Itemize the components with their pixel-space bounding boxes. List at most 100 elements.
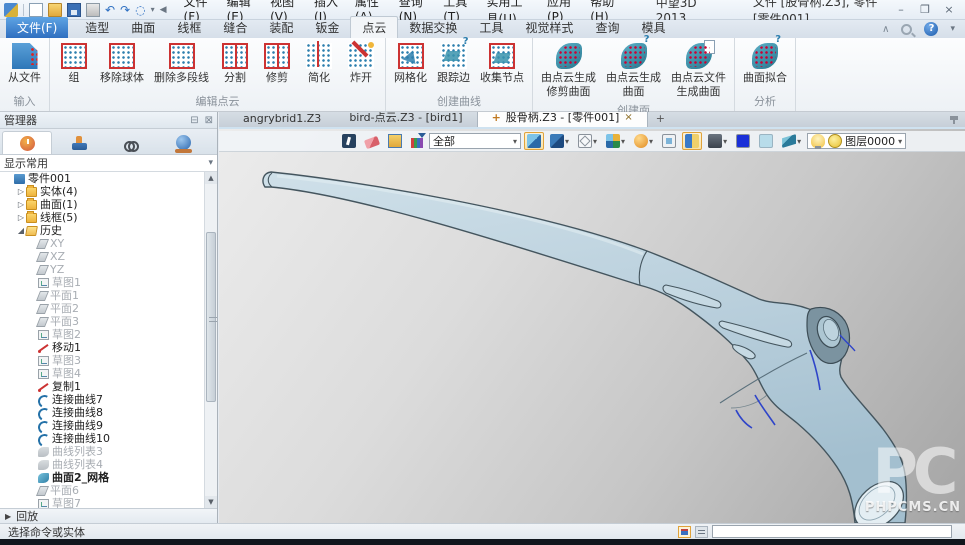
ribbon-button-分割[interactable]: 分割 <box>215 40 255 87</box>
eraser-icon[interactable] <box>364 136 380 149</box>
expand-arrow-icon[interactable]: ▷ <box>16 185 26 198</box>
help-caret-icon[interactable]: ▾ <box>950 24 955 34</box>
chevron-down-icon[interactable]: ▾ <box>593 137 597 146</box>
swatch-light-button[interactable] <box>756 132 776 150</box>
femoral-stem-model[interactable] <box>219 112 965 523</box>
doc-tab-股骨柄.Z3 - [零件001][interactable]: +股骨柄.Z3 - [零件001]× <box>477 112 648 127</box>
ribbon-tab-线框[interactable]: 线框 <box>166 17 212 38</box>
tree-filter-dropdown[interactable]: 显示常用 ▾ <box>0 155 217 172</box>
ribbon-tab-曲面[interactable]: 曲面 <box>120 17 166 38</box>
tree-item-YZ[interactable]: YZ <box>0 263 217 276</box>
tree-item-连接曲线7[interactable]: 连接曲线7 <box>0 393 217 406</box>
doc-tab-bird-点云.Z3 - [bird1][interactable]: bird-点云.Z3 - [bird1] <box>335 112 476 127</box>
tabbar-pin-icon[interactable] <box>949 115 959 124</box>
tree-item-草图3[interactable]: 草图3 <box>0 354 217 367</box>
tree-item-曲线列表4[interactable]: 曲线列表4 <box>0 458 217 471</box>
ribbon-button-跟踪边[interactable]: 跟踪边 <box>433 40 474 87</box>
help-icon[interactable]: ? <box>924 22 938 36</box>
tree-item-平面6[interactable]: 平面6 <box>0 484 217 497</box>
ribbon-tab-模具[interactable]: 模具 <box>630 17 676 38</box>
grid-toggle-icon[interactable] <box>678 526 691 538</box>
dashed-circle-icon[interactable]: ◌ <box>135 3 145 17</box>
tree-item-连接曲线8[interactable]: 连接曲线8 <box>0 406 217 419</box>
tree-item-历史[interactable]: ◢历史 <box>0 224 217 237</box>
ribbon-button-从文件[interactable]: 从文件 <box>4 40 45 87</box>
tree-item-曲线列表3[interactable]: 曲线列表3 <box>0 445 217 458</box>
ribbon-tab-文件(F)[interactable]: 文件(F) <box>6 17 68 38</box>
tab-history-manager[interactable] <box>2 131 52 154</box>
ribbon-tab-造型[interactable]: 造型 <box>74 17 120 38</box>
tab-view-manager[interactable] <box>158 131 208 154</box>
chevron-down-icon[interactable]: ▾ <box>797 137 801 146</box>
tab-assembly-manager[interactable] <box>54 131 104 154</box>
ribbon-tab-缝合[interactable]: 缝合 <box>212 17 258 38</box>
list-toggle-icon[interactable] <box>695 526 708 538</box>
tree-item-平面2[interactable]: 平面2 <box>0 302 217 315</box>
expand-arrow-icon[interactable]: ▷ <box>16 211 26 224</box>
chevron-down-icon[interactable]: ▾ <box>621 137 625 146</box>
command-input[interactable] <box>712 525 952 538</box>
caret-down-icon[interactable]: ▾ <box>151 3 155 17</box>
ribbon-tab-装配[interactable]: 装配 <box>258 17 304 38</box>
ribbon-button-炸开[interactable]: 炸开 <box>341 40 381 87</box>
cube-color-button[interactable]: ▾ <box>603 132 628 150</box>
bounding-box-icon[interactable] <box>388 134 402 148</box>
scroll-up-icon[interactable]: ▲ <box>205 172 217 184</box>
open-folder-icon[interactable] <box>48 3 62 17</box>
ribbon-tab-点云[interactable]: 点云 <box>350 16 398 38</box>
cube-wire-button[interactable]: ▾ <box>575 132 600 150</box>
tree-item-草图1[interactable]: 草图1 <box>0 276 217 289</box>
tree-item-曲面2_网格[interactable]: 曲面2_网格 <box>0 471 217 484</box>
ribbon-button-收集节点[interactable]: 收集节点 <box>476 40 528 87</box>
escape-icon[interactable] <box>342 134 356 148</box>
tree-item-平面1[interactable]: 平面1 <box>0 289 217 302</box>
tree-item-草图4[interactable]: 草图4 <box>0 367 217 380</box>
tree-item-草图7[interactable]: 草图7 <box>0 497 217 508</box>
tab-visual-manager[interactable] <box>106 131 156 154</box>
cube-dark-button[interactable]: ▾ <box>547 132 572 150</box>
minimize-panel-icon[interactable]: ⊟ <box>190 115 198 126</box>
tree-item-零件001[interactable]: 零件001 <box>0 172 217 185</box>
shade-cube-button[interactable] <box>524 132 544 150</box>
expand-button[interactable] <box>659 132 679 150</box>
ribbon-button-网格化[interactable]: 网格化 <box>390 40 431 87</box>
search-icon[interactable] <box>901 24 912 35</box>
tree-item-连接曲线9[interactable]: 连接曲线9 <box>0 419 217 432</box>
tree-item-连接曲线10[interactable]: 连接曲线10 <box>0 432 217 445</box>
ribbon-button-由点云文件生成曲面[interactable]: 由点云文件 生成曲面 <box>667 40 730 101</box>
ball-orange-button[interactable]: ▾ <box>631 132 656 150</box>
ribbon-button-由点云生成修剪曲面[interactable]: 由点云生成 修剪曲面 <box>537 40 600 101</box>
ribbon-button-修剪[interactable]: 修剪 <box>257 40 297 87</box>
ribbon-tab-查询[interactable]: 查询 <box>584 17 630 38</box>
chevron-down-icon[interactable]: ▾ <box>649 137 653 146</box>
tree-item-复制1[interactable]: 复制1 <box>0 380 217 393</box>
close-tab-icon[interactable]: × <box>624 112 632 123</box>
tree-item-移动1[interactable]: 移动1 <box>0 341 217 354</box>
ribbon-button-删除多段线[interactable]: 删除多段线 <box>150 40 213 87</box>
ribbon-button-移除球体[interactable]: 移除球体 <box>96 40 148 87</box>
ribbon-tab-视觉样式[interactable]: 视觉样式 <box>514 17 584 38</box>
split-view-button[interactable] <box>682 132 702 150</box>
flat-dark-button[interactable]: ▾ <box>705 132 730 150</box>
tree-item-线框(5)[interactable]: ▷线框(5) <box>0 211 217 224</box>
print-icon[interactable] <box>86 3 100 17</box>
replay-bar[interactable]: ▶ 回放 <box>0 508 217 523</box>
ribbon-tab-数据交换[interactable]: 数据交换 <box>398 17 468 38</box>
save-icon[interactable] <box>67 3 81 17</box>
collapse-ribbon-icon[interactable]: ∧ <box>882 24 889 35</box>
layer-dropdown[interactable]: 图层0000▾ <box>807 133 906 149</box>
redo-icon[interactable]: ↷ <box>120 3 130 17</box>
tree-item-XY[interactable]: XY <box>0 237 217 250</box>
doc-tab-angrybrid1.Z3[interactable]: angrybrid1.Z3 <box>229 112 335 127</box>
chevron-down-icon[interactable]: ▾ <box>723 137 727 146</box>
close-button[interactable]: × <box>941 3 957 16</box>
tree-item-平面3[interactable]: 平面3 <box>0 315 217 328</box>
tree-item-实体(4)[interactable]: ▷实体(4) <box>0 185 217 198</box>
filter-icon[interactable] <box>411 138 423 148</box>
close-panel-icon[interactable]: ⊠ <box>205 115 213 126</box>
ribbon-button-组[interactable]: 组 <box>54 40 94 87</box>
wedge-teal-button[interactable]: ▾ <box>779 132 804 150</box>
tree-item-曲面(1)[interactable]: ▷曲面(1) <box>0 198 217 211</box>
chevron-down-icon[interactable]: ▾ <box>565 137 569 146</box>
ribbon-button-曲面拟合[interactable]: 曲面拟合 <box>739 40 791 87</box>
